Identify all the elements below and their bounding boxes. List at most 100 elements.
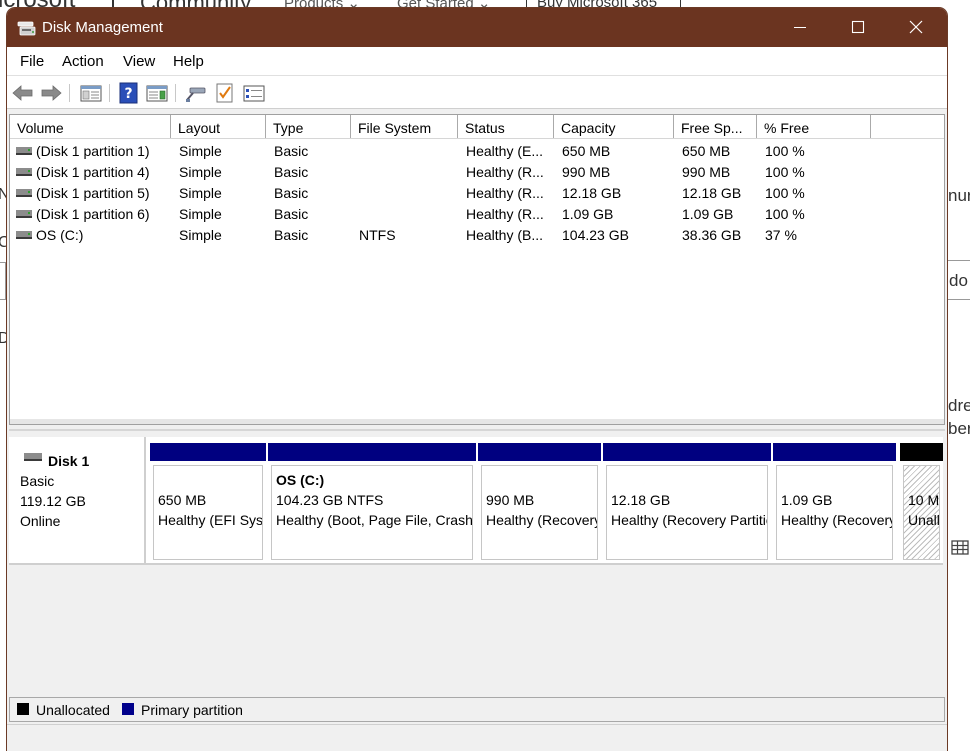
disk-management-window: Disk Management File Action View Help ? … (7, 8, 947, 751)
partition-size: 650 MB (158, 492, 207, 508)
partition-body: 12.18 GB Healthy (Recovery Partition) (606, 465, 768, 560)
disk-name: Disk 1 (48, 453, 90, 469)
cell-status: Healthy (E... (466, 143, 544, 159)
cell-layout: Simple (179, 227, 222, 243)
cell-capacity: 1.09 GB (562, 206, 614, 222)
connect-disk-icon[interactable] (184, 82, 208, 104)
cell-type: Basic (274, 164, 309, 180)
bg-right-text-2: do (949, 271, 968, 290)
col-type[interactable]: Type (266, 115, 351, 138)
partition-body: OS (C:) 104.23 GB NTFS Healthy (Boot, Pa… (271, 465, 473, 560)
table-row[interactable]: (Disk 1 partition 4) Simple Basic Health… (10, 162, 944, 183)
partition-status: Healthy (Recovery Partition) (486, 512, 598, 528)
partition-recovery-2[interactable]: 12.18 GB Healthy (Recovery Partition) (603, 443, 771, 563)
col-file-system[interactable]: File System (351, 115, 458, 138)
partition-body: 10 MB Unallocated (903, 465, 940, 560)
partition-size: 12.18 GB (611, 492, 671, 508)
toolbar-separator (109, 84, 110, 102)
cell-type: Basic (274, 227, 309, 243)
disk-management-icon (17, 21, 36, 36)
legend-swatch-primary (122, 703, 134, 715)
cell-volume: (Disk 1 partition 6) (36, 206, 150, 222)
close-icon (909, 20, 923, 34)
volume-list: Volume Layout Type File System Status Ca… (9, 114, 945, 425)
forward-arrow-icon[interactable] (39, 82, 63, 104)
properties-icon[interactable] (242, 82, 266, 104)
cell-type: Basic (274, 185, 309, 201)
partition-size: 990 MB (486, 492, 535, 508)
col-layout[interactable]: Layout (171, 115, 266, 138)
window-title: Disk Management (42, 19, 163, 36)
table-row[interactable]: (Disk 1 partition 6) Simple Basic Health… (10, 204, 944, 225)
bg-left-input[interactable] (0, 262, 6, 300)
volume-icon (16, 189, 32, 197)
cell-percent-free: 37 % (765, 227, 797, 243)
disk-size: 119.12 GB (20, 493, 86, 509)
disk-view: Disk 1 Basic 119.12 GB Online 650 MB Hea… (9, 429, 945, 701)
partition-unallocated[interactable]: 10 MB Unallocated (900, 443, 943, 563)
cell-percent-free: 100 % (765, 185, 805, 201)
cell-file-system: NTFS (359, 227, 396, 243)
partition-bar-primary (268, 443, 476, 461)
svg-text:?: ? (124, 86, 132, 102)
cell-free-space: 990 MB (682, 164, 731, 180)
partition-efi[interactable]: 650 MB Healthy (EFI System Partition) (150, 443, 266, 563)
legend: Unallocated Primary partition (9, 697, 945, 722)
table-row[interactable]: (Disk 1 partition 1) Simple Basic Health… (10, 141, 944, 162)
help-icon[interactable]: ? (117, 82, 141, 104)
cell-capacity: 650 MB (562, 143, 611, 159)
col-capacity[interactable]: Capacity (554, 115, 674, 138)
cell-layout: Simple (179, 185, 222, 201)
cell-capacity: 12.18 GB (562, 185, 622, 201)
col-volume[interactable]: Volume (10, 115, 171, 138)
cell-status: Healthy (R... (466, 206, 544, 222)
close-button[interactable] (888, 8, 946, 47)
partition-body: 1.09 GB Healthy (Recovery Partition) (776, 465, 893, 560)
menu-action[interactable]: Action (62, 53, 104, 70)
bg-right-input[interactable]: do (946, 260, 970, 300)
partition-recovery-1[interactable]: 990 MB Healthy (Recovery Partition) (478, 443, 601, 563)
cell-free-space: 650 MB (682, 143, 731, 159)
col-free-space[interactable]: Free Sp... (674, 115, 757, 138)
menu-file[interactable]: File (20, 53, 44, 70)
cell-type: Basic (274, 206, 309, 222)
status-bar (7, 724, 947, 751)
checklist-icon[interactable] (213, 82, 237, 104)
partition-recovery-3[interactable]: 1.09 GB Healthy (Recovery Partition) (773, 443, 896, 563)
horizontal-scrollbar[interactable] (10, 419, 944, 424)
volume-icon (16, 210, 32, 218)
cell-percent-free: 100 % (765, 164, 805, 180)
col-percent-free[interactable]: % Free (757, 115, 871, 138)
legend-label-primary: Primary partition (141, 702, 243, 718)
partition-bar-primary (150, 443, 266, 461)
menu-bar: File Action View Help (7, 47, 947, 75)
partition-status: Unallocated (908, 512, 940, 528)
title-bar[interactable]: Disk Management (7, 8, 947, 47)
bg-right-text-4: ber (948, 419, 970, 438)
menu-help[interactable]: Help (173, 53, 204, 70)
cell-free-space: 12.18 GB (682, 185, 742, 201)
partition-os-c[interactable]: OS (C:) 104.23 GB NTFS Healthy (Boot, Pa… (268, 443, 476, 563)
table-row[interactable]: OS (C:) Simple Basic NTFS Healthy (B... … (10, 225, 944, 246)
partition-size: 1.09 GB (781, 492, 833, 508)
partition-size: 104.23 GB NTFS (276, 492, 384, 508)
menu-view[interactable]: View (123, 53, 155, 70)
properties-pane-icon[interactable] (145, 82, 169, 104)
minimize-button[interactable] (772, 8, 830, 47)
partition-status: Healthy (Boot, Page File, Crash Dump, Ba… (276, 512, 473, 528)
cell-layout: Simple (179, 143, 222, 159)
table-row[interactable]: (Disk 1 partition 5) Simple Basic Health… (10, 183, 944, 204)
disk-info-panel[interactable]: Disk 1 Basic 119.12 GB Online (9, 437, 146, 565)
table-icon[interactable] (951, 538, 969, 556)
cell-capacity: 990 MB (562, 164, 611, 180)
maximize-button[interactable] (830, 8, 888, 47)
show-hide-console-tree-icon[interactable] (79, 82, 103, 104)
volume-icon (16, 231, 32, 239)
toolbar-separator (175, 84, 176, 102)
legend-swatch-unallocated (17, 703, 29, 715)
disk-icon (24, 453, 42, 461)
cell-volume: OS (C:) (36, 227, 84, 243)
back-arrow-icon[interactable] (11, 82, 35, 104)
col-status[interactable]: Status (458, 115, 554, 138)
cell-free-space: 1.09 GB (682, 206, 734, 222)
